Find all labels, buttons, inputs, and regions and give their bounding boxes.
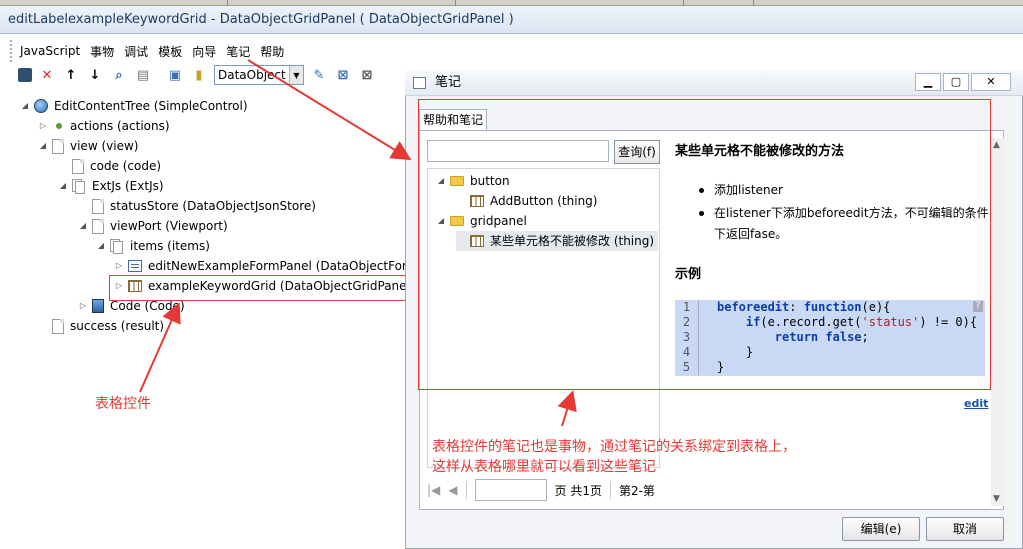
arrow-note-to-box xyxy=(557,390,577,427)
arrow-menu-to-dialog xyxy=(247,59,412,161)
annotation-arrows xyxy=(139,59,577,427)
arrow-label-to-grid xyxy=(139,302,181,393)
